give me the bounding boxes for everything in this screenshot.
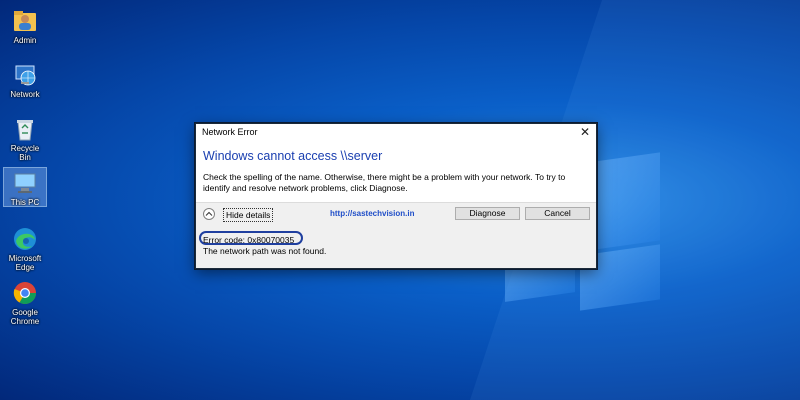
chrome-browser-icon [12,280,38,306]
diagnose-button[interactable]: Diagnose [455,207,520,220]
user-folder-icon [12,8,38,34]
desktop-icon-admin[interactable]: Admin [4,6,46,45]
hide-details-link[interactable]: Hide details [223,208,274,222]
desktop-icon-label: Network [10,90,40,99]
desktop-icon-label: Microsoft Edge [8,254,42,272]
desktop-icon-network[interactable]: Network [4,60,46,99]
watermark-url: http://sastechvision.in [330,209,415,218]
error-message-text: The network path was not found. [203,246,327,256]
chevron-up-icon [205,211,213,216]
dialog-action-row: Hide details http://sastechvision.in Dia… [196,202,596,228]
close-button[interactable]: ✕ [578,125,592,139]
cancel-button[interactable]: Cancel [525,207,590,220]
close-icon: ✕ [579,125,591,139]
edge-browser-icon [12,226,38,252]
hide-details-toggle[interactable] [203,208,215,220]
desktop-icon-label: Recycle Bin [10,144,40,162]
desktop-icon-recycle-bin[interactable]: Recycle Bin [4,114,46,162]
desktop-icon-label: Google Chrome [10,308,40,326]
dialog-body-text: Check the spelling of the name. Otherwis… [203,172,566,193]
dialog-heading: Windows cannot access \\server [203,149,383,163]
dialog-title: Network Error [202,127,258,137]
network-error-dialog: Network Error ✕ Windows cannot access \\… [195,123,597,269]
error-code-text: Error code: 0x80070035 [203,235,295,245]
desktop-icon-this-pc[interactable]: This PC [3,167,47,207]
desktop-icon-microsoft-edge[interactable]: Microsoft Edge [4,224,46,272]
desktop-icon-label: This PC [10,198,40,207]
error-details-panel: Error code: 0x80070035 The network path … [196,227,596,268]
network-globe-icon [12,62,38,88]
desktop-icon-label: Admin [13,36,37,45]
recycle-bin-icon [12,116,38,142]
desktop-icon-google-chrome[interactable]: Google Chrome [4,278,46,326]
computer-icon [12,170,38,196]
